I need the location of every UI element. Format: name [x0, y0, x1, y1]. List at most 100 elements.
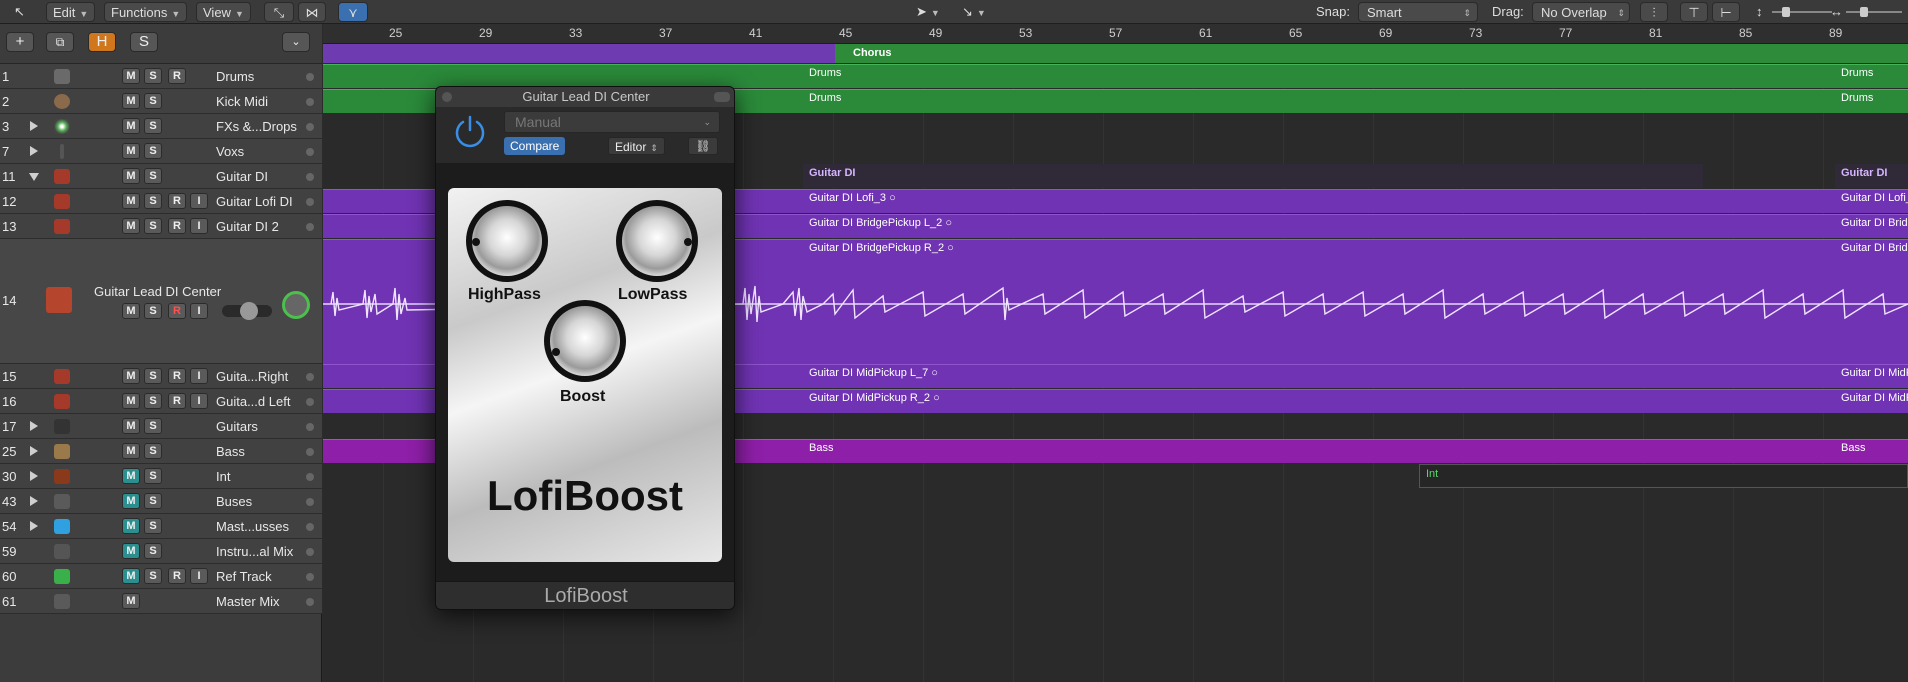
track-row-fxs-drops[interactable]: 3 M S FXs &...Drops: [0, 114, 322, 139]
track-name[interactable]: Mast...usses: [216, 519, 289, 534]
input-monitor-button[interactable]: I: [190, 193, 208, 209]
mute-button[interactable]: M: [122, 168, 140, 184]
record-button[interactable]: R: [168, 218, 186, 234]
track-name[interactable]: Buses: [216, 494, 252, 509]
track-row-guitar-di-2[interactable]: 13 M S R I Guitar DI 2: [0, 214, 322, 239]
input-monitor-button[interactable]: I: [190, 368, 208, 384]
functions-menu[interactable]: Functions ▼: [104, 2, 188, 22]
mute-button[interactable]: M: [122, 593, 140, 609]
track-row-buses[interactable]: 43 M S Buses: [0, 489, 322, 514]
solo-button[interactable]: S: [144, 568, 162, 584]
drag-select[interactable]: No Overlap ⇕: [1532, 2, 1630, 22]
close-icon[interactable]: [442, 92, 452, 102]
solo-button[interactable]: S: [144, 93, 162, 109]
track-name[interactable]: Guita...Right: [216, 369, 288, 384]
solo-button[interactable]: S: [144, 68, 162, 84]
track-row-guitar-lofi-di[interactable]: 12 M S R I Guitar Lofi DI: [0, 189, 322, 214]
mute-button[interactable]: M: [122, 393, 140, 409]
record-button[interactable]: R: [168, 368, 186, 384]
track-row-master-busses[interactable]: 54 M S Mast...usses: [0, 514, 322, 539]
solo-button[interactable]: S: [144, 393, 162, 409]
vertical-zoom-slider[interactable]: [1772, 2, 1832, 22]
track-name[interactable]: Guitar Lofi DI: [216, 194, 293, 209]
track-name[interactable]: Voxs: [216, 144, 244, 159]
track-row-voxs[interactable]: 7 M S Voxs: [0, 139, 322, 164]
record-button[interactable]: R: [168, 303, 186, 319]
track-row-guitar-right[interactable]: 15 M S R I Guita...Right: [0, 364, 322, 389]
vertical-fit-icon[interactable]: ⊤: [1680, 2, 1708, 22]
global-solo-button[interactable]: S: [130, 32, 158, 52]
track-name[interactable]: Drums: [216, 69, 254, 84]
track-row-ref-track[interactable]: 60 M S R I Ref Track: [0, 564, 322, 589]
region-guitar-di-folder[interactable]: Guitar DI: [803, 164, 1703, 188]
mute-button[interactable]: M: [122, 118, 140, 134]
track-row-bass[interactable]: 25 M S Bass: [0, 439, 322, 464]
record-button[interactable]: R: [168, 568, 186, 584]
solo-button[interactable]: S: [144, 218, 162, 234]
track-row-int[interactable]: 30 M S Int: [0, 464, 322, 489]
mute-button[interactable]: M: [122, 443, 140, 459]
highpass-knob[interactable]: [466, 200, 548, 282]
snap-select[interactable]: Smart ⇕: [1358, 2, 1478, 22]
disclosure-triangle-icon[interactable]: [30, 446, 38, 456]
region-guitar-di-folder[interactable]: Guitar DI: [1835, 164, 1908, 188]
mute-button[interactable]: M: [122, 93, 140, 109]
mute-button[interactable]: M: [122, 303, 140, 319]
input-monitor-button[interactable]: I: [190, 218, 208, 234]
track-name[interactable]: Guitar DI: [216, 169, 268, 184]
marker-chorus[interactable]: Chorus: [835, 44, 1908, 63]
track-row-guitar-di[interactable]: 11 M S Guitar DI: [0, 164, 322, 189]
add-track-button[interactable]: +: [6, 32, 34, 52]
record-button[interactable]: R: [168, 193, 186, 209]
disclosure-triangle-icon[interactable]: [30, 121, 38, 131]
track-name[interactable]: FXs &...Drops: [216, 119, 297, 134]
solo-button[interactable]: S: [144, 193, 162, 209]
mute-button-active[interactable]: M: [122, 568, 140, 584]
mute-button-active[interactable]: M: [122, 493, 140, 509]
bar-ruler[interactable]: 25 29 33 37 41 45 49 53 57 61 65 69 73 7…: [323, 24, 1908, 44]
pan-knob[interactable]: [282, 291, 310, 319]
track-name[interactable]: Ref Track: [216, 569, 272, 584]
mute-button-active[interactable]: M: [122, 468, 140, 484]
marker-lane[interactable]: Chorus: [323, 44, 1908, 63]
track-row-drums[interactable]: 1 M S R Drums: [0, 64, 322, 89]
disclosure-triangle-icon[interactable]: [30, 496, 38, 506]
solo-button[interactable]: S: [144, 168, 162, 184]
link-icon[interactable]: ⛓: [688, 137, 718, 155]
solo-button[interactable]: S: [144, 543, 162, 559]
solo-button[interactable]: S: [144, 443, 162, 459]
region-int[interactable]: Int: [1419, 464, 1908, 488]
track-name[interactable]: Guitar DI 2: [216, 219, 279, 234]
power-icon[interactable]: [452, 113, 488, 149]
disclosure-triangle-icon[interactable]: [30, 471, 38, 481]
mute-button-active[interactable]: M: [122, 543, 140, 559]
solo-button[interactable]: S: [144, 493, 162, 509]
mute-button[interactable]: M: [122, 218, 140, 234]
disclosure-triangle-icon[interactable]: [30, 521, 38, 531]
horizontal-zoom-slider[interactable]: [1846, 2, 1902, 22]
boost-knob[interactable]: [544, 300, 626, 382]
record-button[interactable]: R: [168, 68, 186, 84]
waveform-zoom-icon[interactable]: ⫶: [1640, 2, 1668, 22]
volume-slider[interactable]: [222, 302, 272, 320]
mute-button[interactable]: M: [122, 418, 140, 434]
solo-button[interactable]: S: [144, 118, 162, 134]
solo-button[interactable]: S: [144, 418, 162, 434]
track-name[interactable]: Guita...d Left: [216, 394, 290, 409]
track-row-instrumental-mix[interactable]: 59 M S Instru...al Mix: [0, 539, 322, 564]
horizontal-fit-icon[interactable]: ⊢: [1712, 2, 1740, 22]
catch-icon[interactable]: ⤡: [264, 2, 294, 22]
solo-button[interactable]: S: [144, 368, 162, 384]
back-arrow-icon[interactable]: ↖: [14, 2, 25, 22]
solo-button[interactable]: S: [144, 468, 162, 484]
flex-icon[interactable]: ⋈: [298, 2, 326, 22]
disclosure-triangle-icon[interactable]: [30, 421, 38, 431]
track-name[interactable]: Int: [216, 469, 230, 484]
editor-select[interactable]: Editor ⇕: [608, 137, 665, 155]
mute-button[interactable]: M: [122, 68, 140, 84]
track-name[interactable]: Guitars: [216, 419, 258, 434]
disclosure-triangle-open-icon[interactable]: [29, 173, 39, 181]
link-mode-icon[interactable]: ⋎: [338, 2, 368, 22]
view-menu[interactable]: View ▼: [196, 2, 251, 22]
input-monitor-button[interactable]: I: [190, 568, 208, 584]
